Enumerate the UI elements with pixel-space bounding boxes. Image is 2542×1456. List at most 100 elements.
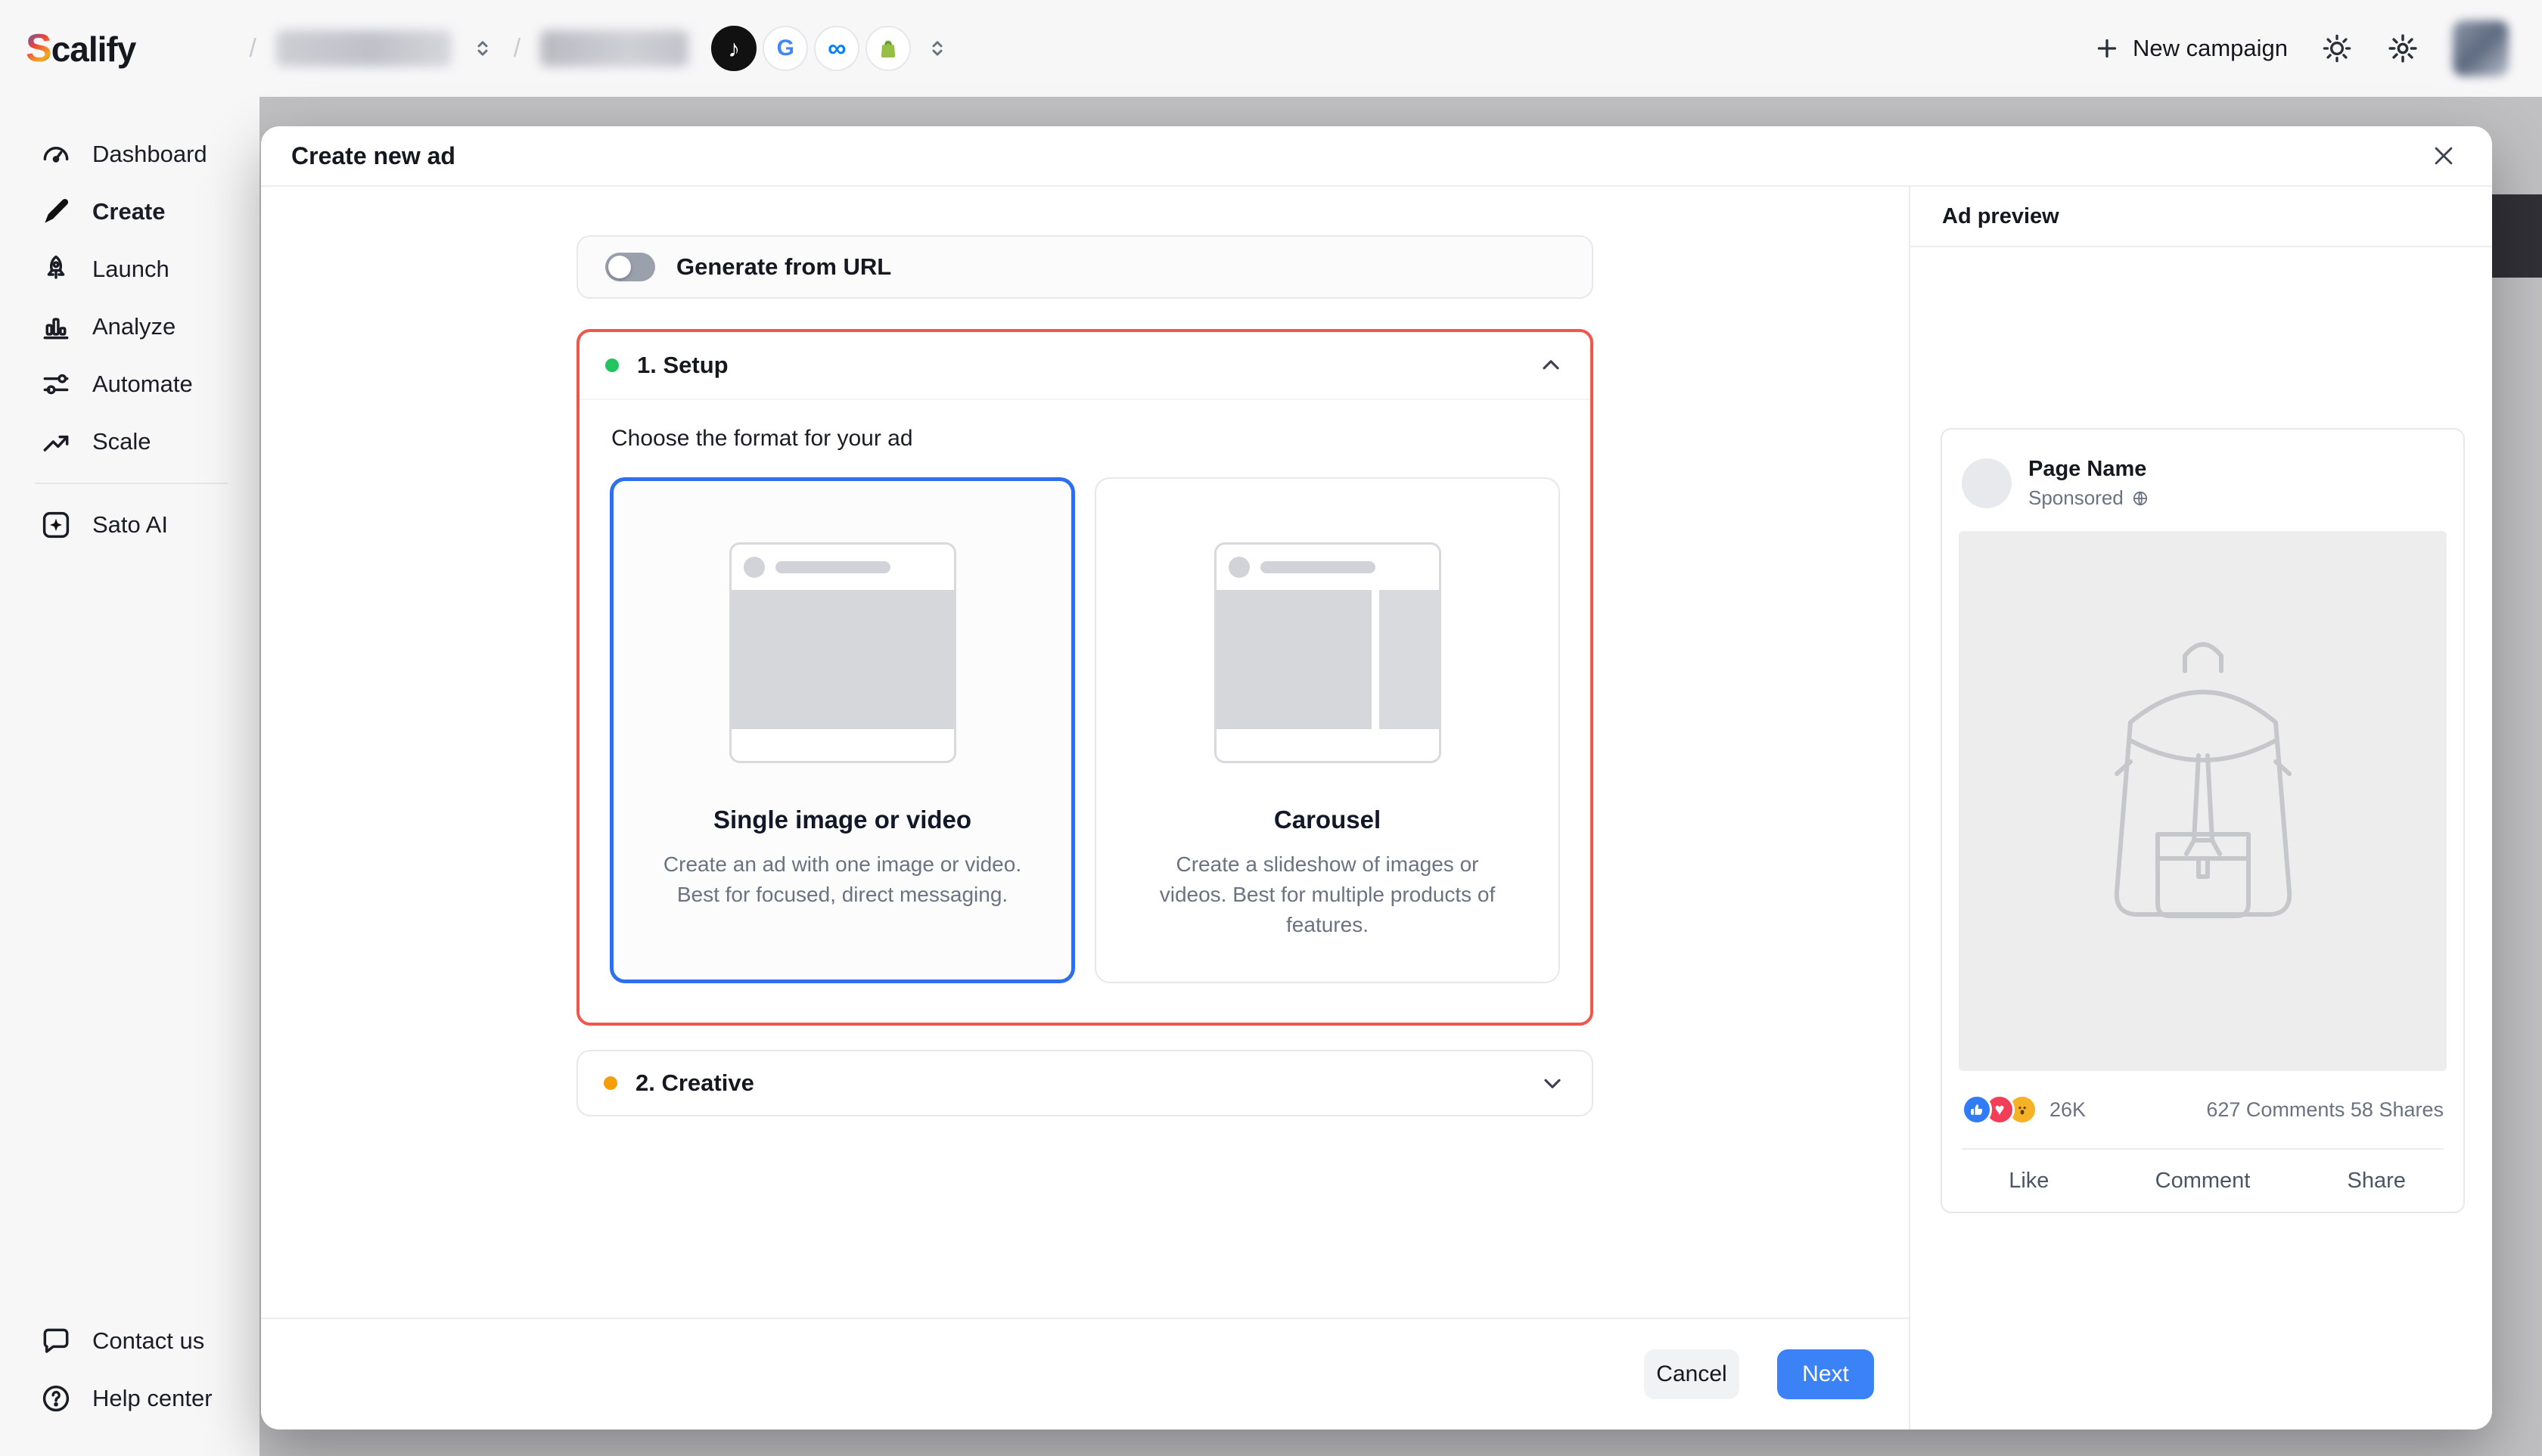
sidebar-item-help-center[interactable]: Help center: [0, 1370, 259, 1427]
sponsored-label: Sponsored: [2028, 486, 2124, 510]
mockup-avatar: [744, 557, 765, 578]
theme-toggle-sun-icon[interactable]: [2321, 33, 2353, 64]
chat-bubble-icon: [39, 1324, 73, 1358]
setup-section-body: Choose the format for your ad: [580, 399, 1590, 1023]
format-card-single-image[interactable]: Single image or video Create an ad with …: [610, 477, 1075, 983]
rocket-icon: [39, 253, 73, 286]
page-avatar: [1962, 458, 2012, 508]
mockup-footer: [1217, 729, 1439, 761]
sidebar-item-label: Sato AI: [92, 511, 168, 539]
cancel-button[interactable]: Cancel: [1644, 1349, 1739, 1399]
sidebar-item-scale[interactable]: Scale: [0, 413, 259, 470]
trend-up-icon: [39, 425, 73, 458]
format-card-carousel[interactable]: Carousel Create a slideshow of images or…: [1095, 477, 1560, 983]
ad-image-placeholder: [1959, 531, 2447, 1071]
share-action[interactable]: Share: [2289, 1169, 2463, 1194]
modal-body: Generate from URL 1. Setup Choose the fo…: [261, 187, 2492, 1430]
format-card-description: Create an ad with one image or video. Be…: [614, 849, 1071, 910]
creative-section-header[interactable]: 2. Creative: [576, 1050, 1593, 1116]
page-name: Page Name: [2028, 457, 2149, 482]
sidebar-item-analyze[interactable]: Analyze: [0, 298, 259, 355]
help-circle-icon: [39, 1382, 73, 1415]
gauge-icon: [39, 138, 73, 171]
sidebar-item-sato-ai[interactable]: Sato AI: [0, 496, 259, 554]
ad-preview-card: Page Name Sponsored: [1941, 428, 2465, 1213]
user-avatar[interactable]: [2453, 20, 2509, 76]
carousel-mockup: [1214, 542, 1441, 763]
generate-from-url-card: Generate from URL: [576, 235, 1593, 299]
toggle-knob: [608, 256, 631, 278]
meta-icon[interactable]: ∞: [814, 26, 859, 71]
like-action[interactable]: Like: [1942, 1169, 2116, 1194]
channel-updown-icon[interactable]: [926, 37, 949, 60]
sidebar-item-create[interactable]: Create: [0, 183, 259, 241]
chevron-up-icon[interactable]: [1537, 352, 1565, 379]
setup-section: 1. Setup Choose the format for your ad: [576, 329, 1593, 1026]
ad-page-header: Page Name Sponsored: [1942, 430, 2463, 510]
sidebar-item-automate[interactable]: Automate: [0, 355, 259, 413]
carousel-slide-1: [1217, 590, 1372, 729]
google-icon[interactable]: G: [763, 26, 808, 71]
sidebar-divider: [35, 483, 228, 484]
setup-section-header[interactable]: 1. Setup: [580, 332, 1590, 399]
setup-label: 1. Setup: [637, 352, 729, 379]
format-card-title: Carousel: [1274, 806, 1381, 834]
mockup-header: [1217, 545, 1439, 590]
sidebar-item-label: Launch: [92, 256, 169, 283]
modal-header: Create new ad: [261, 126, 2492, 187]
topbar: Scalify / / ♪ G ∞ New campaign: [0, 0, 2542, 97]
new-campaign-button[interactable]: New campaign: [2093, 35, 2288, 62]
sidebar-item-launch[interactable]: Launch: [0, 241, 259, 298]
single-image-mockup: [729, 542, 956, 763]
modal-title: Create new ad: [291, 142, 455, 170]
sidebar-footer: Contact us Help center: [0, 1312, 259, 1427]
settings-gear-icon[interactable]: [2386, 32, 2419, 65]
format-card-description: Create a slideshow of images or videos. …: [1096, 849, 1558, 939]
plus-icon: [2093, 35, 2121, 62]
tiktok-icon[interactable]: ♪: [711, 26, 757, 71]
logo-mark: S: [26, 26, 51, 71]
reactions-count: 26K: [2049, 1098, 2086, 1122]
logo-text: calify: [51, 29, 136, 70]
sidebar-item-dashboard[interactable]: Dashboard: [0, 126, 259, 183]
sidebar-item-label: Help center: [92, 1385, 213, 1412]
format-question: Choose the format for your ad: [611, 426, 1560, 452]
sidebar-item-label: Contact us: [92, 1327, 204, 1355]
mockup-footer: [732, 729, 954, 761]
bar-chart-icon: [39, 310, 73, 343]
mockup-avatar: [1229, 557, 1250, 578]
comment-action[interactable]: Comment: [2116, 1169, 2290, 1194]
new-campaign-label: New campaign: [2133, 35, 2288, 62]
mockup-title-line: [1260, 561, 1375, 573]
sliders-icon: [39, 368, 73, 401]
ad-preview-body: Page Name Sponsored: [1910, 247, 2492, 1430]
account-selector-redacted[interactable]: [540, 30, 688, 67]
mockup-title-line: [775, 561, 890, 573]
sidebar-item-contact-us[interactable]: Contact us: [0, 1312, 259, 1370]
selector-updown-icon[interactable]: [471, 37, 494, 60]
chevron-down-icon[interactable]: [1539, 1069, 1566, 1097]
generate-from-url-toggle[interactable]: [605, 253, 655, 281]
sidebar-item-label: Automate: [92, 371, 193, 398]
channel-icons: ♪ G ∞: [711, 26, 949, 71]
sidebar-item-label: Analyze: [92, 313, 176, 340]
backpack-illustration: [2037, 604, 2370, 998]
mockup-image-block: [732, 590, 954, 729]
breadcrumb-separator: /: [249, 34, 256, 64]
creative-status-dot: [604, 1076, 617, 1090]
close-button[interactable]: [2422, 135, 2465, 177]
mockup-header: [732, 545, 954, 590]
modal-main-column: Generate from URL 1. Setup Choose the fo…: [261, 187, 1909, 1430]
breadcrumb: / /: [249, 30, 688, 67]
pen-icon: [39, 195, 73, 228]
create-new-ad-modal: Create new ad Generate from URL 1. Setup: [261, 126, 2492, 1430]
ad-actions-row: Like Comment Share: [1942, 1150, 2463, 1212]
like-reaction-icon: [1962, 1094, 1992, 1125]
next-button[interactable]: Next: [1777, 1349, 1874, 1399]
workspace-selector-redacted[interactable]: [276, 30, 452, 67]
mockup-carousel-blocks: [1217, 590, 1439, 729]
carousel-slide-2: [1379, 590, 1439, 729]
shopify-icon[interactable]: [865, 26, 911, 71]
breadcrumb-separator: /: [514, 34, 521, 64]
scalify-logo[interactable]: Scalify: [26, 26, 135, 71]
